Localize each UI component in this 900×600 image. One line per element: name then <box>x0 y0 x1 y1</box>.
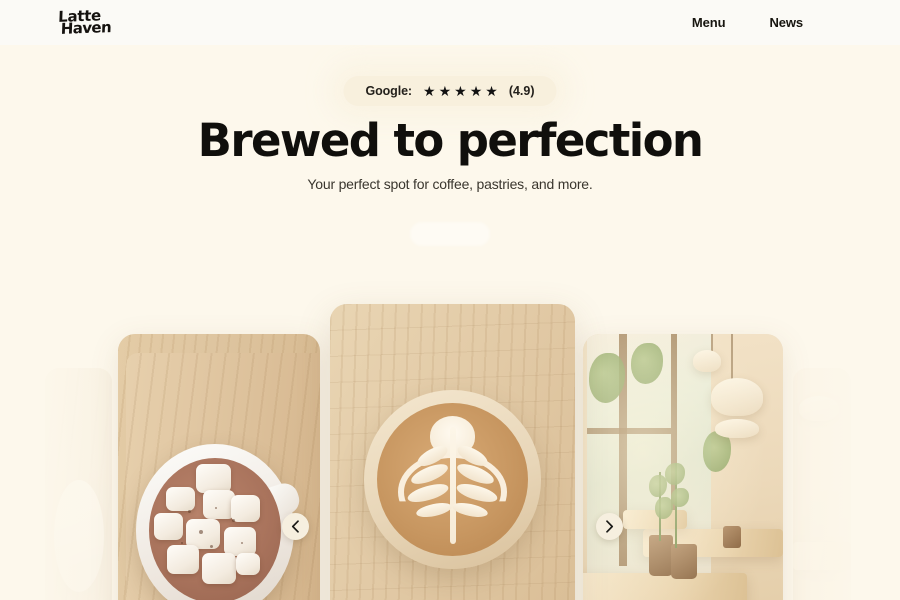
chevron-left-icon <box>291 520 299 533</box>
slide-hot-chocolate[interactable] <box>118 334 320 600</box>
main-navigation: Menu News <box>692 15 876 30</box>
logo-line-2: Haven <box>60 18 112 39</box>
carousel-next-button[interactable] <box>596 513 623 540</box>
image-carousel <box>0 45 900 600</box>
slide-partial-left[interactable] <box>45 368 112 600</box>
slide-latte-art-image <box>330 304 575 600</box>
slide-partial-right-image <box>793 368 851 600</box>
site-header: Latte Haven Menu News <box>0 0 900 45</box>
slide-cafe-interior-image <box>583 334 783 600</box>
slide-partial-left-image <box>45 368 112 600</box>
slide-hot-chocolate-image <box>118 334 320 600</box>
nav-item-menu[interactable]: Menu <box>692 15 726 30</box>
chevron-right-icon <box>606 520 614 533</box>
logo-latte-haven[interactable]: Latte Haven <box>58 7 112 39</box>
slide-latte-art[interactable] <box>330 304 575 600</box>
carousel-prev-button[interactable] <box>282 513 309 540</box>
slide-partial-right[interactable] <box>793 368 851 600</box>
nav-item-news[interactable]: News <box>769 15 803 30</box>
slide-cafe-interior[interactable] <box>583 334 783 600</box>
hero-section: Google: ★ ★ ★ ★ ★ (4.9) Brewed to perfec… <box>0 45 900 600</box>
